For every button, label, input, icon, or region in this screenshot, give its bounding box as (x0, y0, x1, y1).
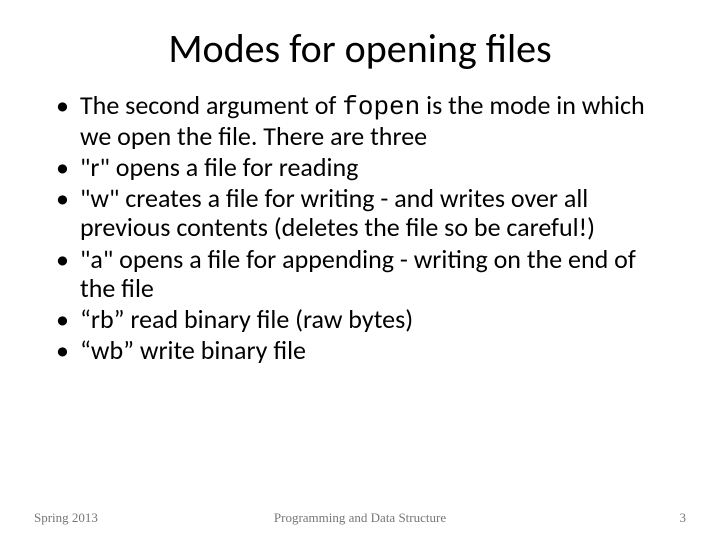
footer-center: Programming and Data Structure (0, 510, 720, 526)
list-item: The second argument of fopen is the mode… (54, 91, 670, 151)
list-item: “wb” write binary file (54, 336, 670, 365)
slide-title: Modes for opening files (40, 24, 680, 73)
footer-page-number: 3 (680, 510, 687, 526)
code-fopen: fopen (342, 92, 420, 122)
slide: Modes for opening files The second argum… (0, 0, 720, 540)
bullet-text: The second argument of (80, 89, 342, 121)
footer: Spring 2013 Programming and Data Structu… (0, 506, 720, 526)
list-item: "w" creates a file for writing - and wri… (54, 184, 670, 242)
bullet-list: The second argument of fopen is the mode… (54, 91, 670, 365)
list-item: "r" opens a file for reading (54, 153, 670, 182)
list-item: "a" opens a file for appending - writing… (54, 245, 670, 303)
list-item: “rb” read binary file (raw bytes) (54, 305, 670, 334)
